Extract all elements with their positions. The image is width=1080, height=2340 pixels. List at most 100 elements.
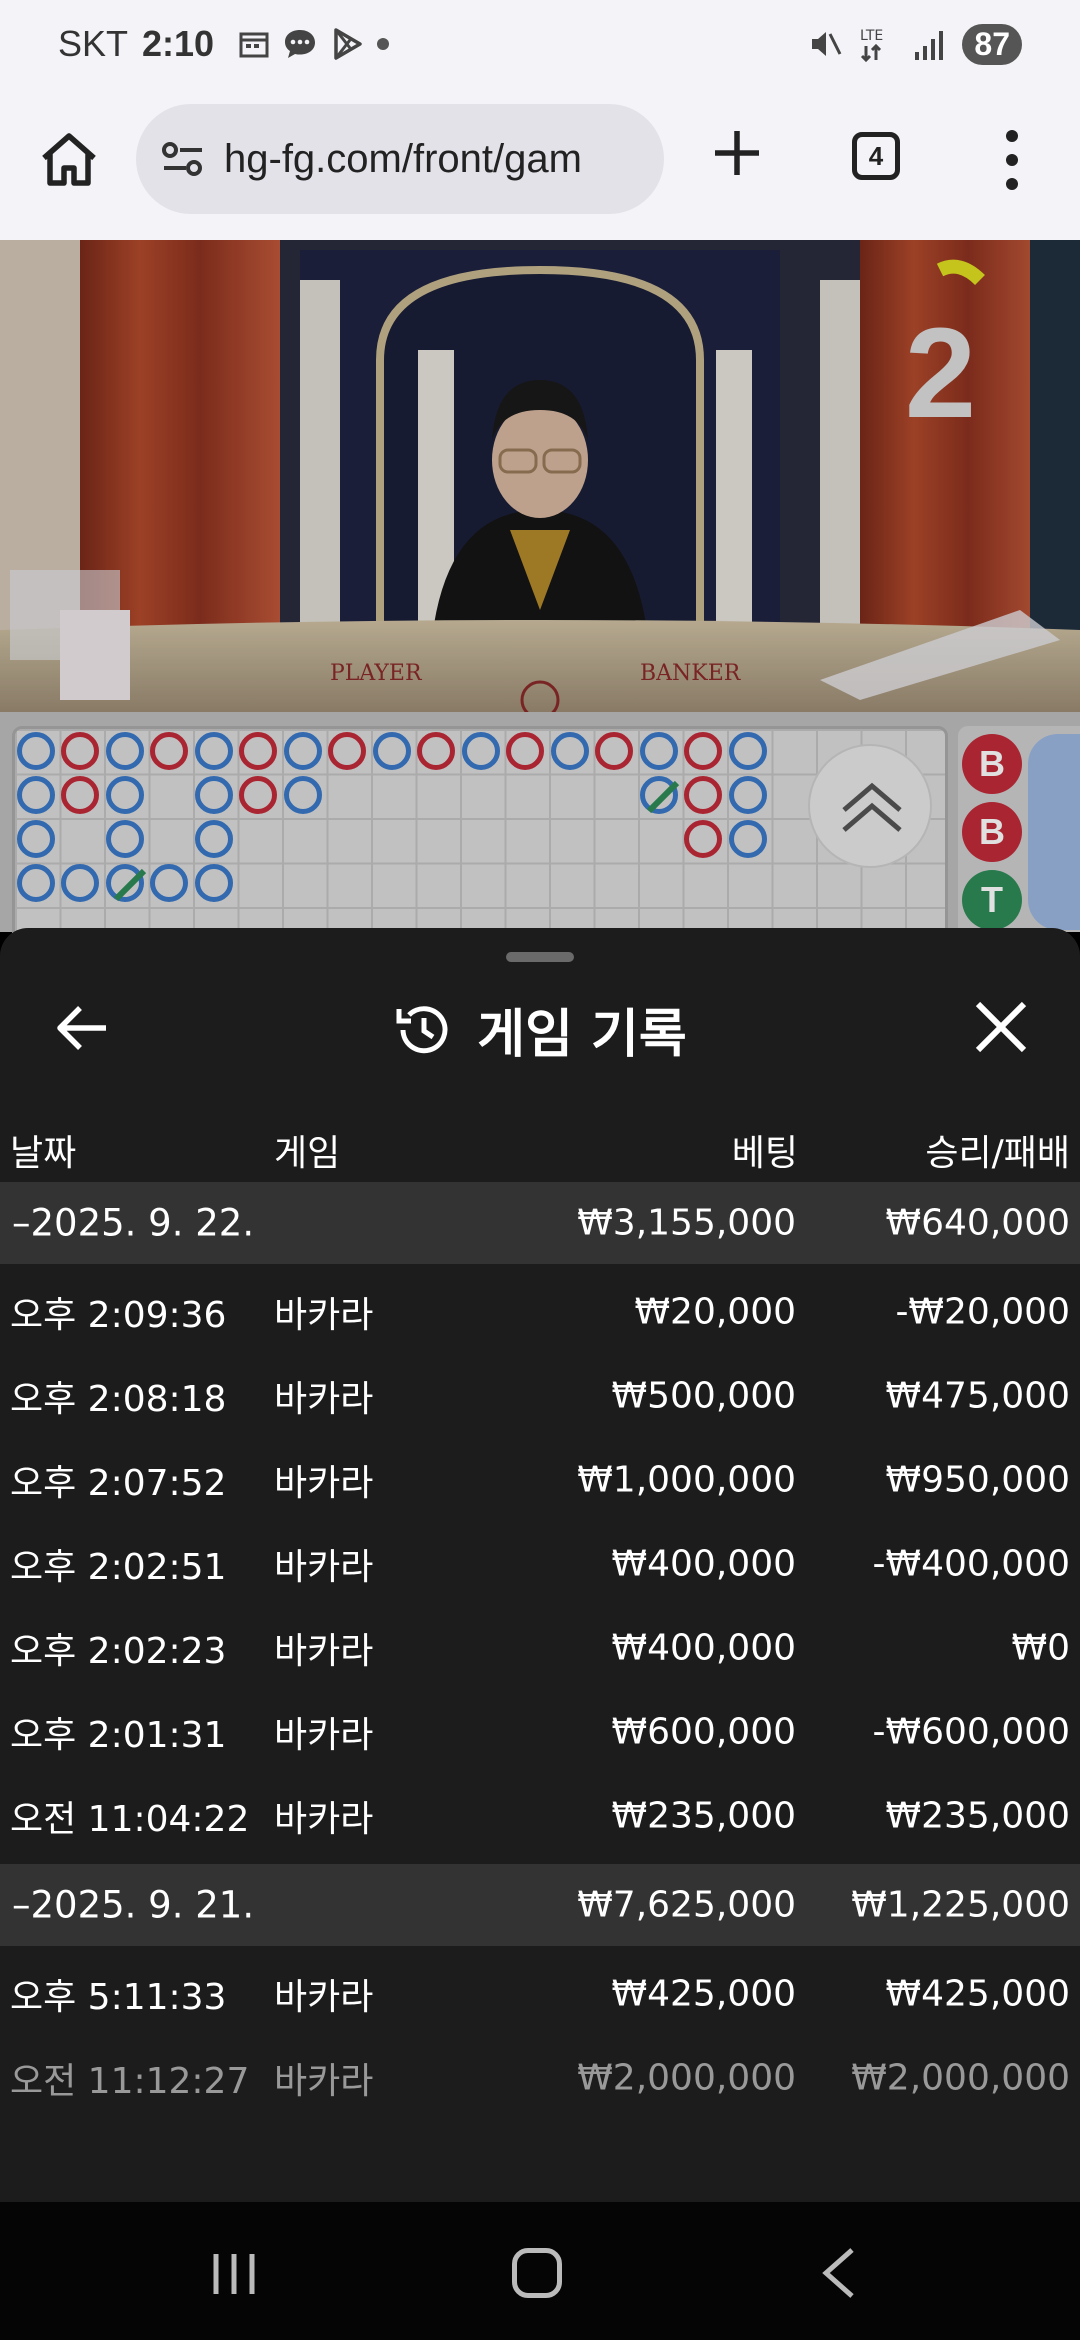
signal-bars-icon [915, 31, 944, 60]
bead-player [373, 732, 411, 770]
row-time: 오후 2:02:51 [10, 1547, 227, 1588]
banker-prediction-badge[interactable]: B [962, 734, 1022, 794]
history-table-header: 날짜 게임 베팅 승리/패배 [0, 1112, 1080, 1192]
tie-marker [113, 868, 147, 902]
bead-banker [684, 732, 722, 770]
bet-countdown: 2 [904, 302, 976, 445]
history-list: –2025. 9. 22. ₩3,155,000 ₩640,000 오후 2:0… [0, 1182, 1080, 2120]
status-bar: SKT 2:10 LTE 87 [0, 0, 1080, 88]
row-bet: ₩235,000 [611, 1795, 796, 1837]
history-row[interactable]: 오후 2:07:52 바카라 ₩1,000,000 ₩950,000 [0, 1438, 1080, 1522]
row-game: 바카라 [274, 1631, 374, 1672]
group-date: –2025. 9. 21. [12, 1883, 255, 1927]
bead-player [640, 732, 678, 770]
row-game: 바카라 [274, 1547, 374, 1588]
group-bet-total: ₩3,155,000 [577, 1202, 796, 1244]
row-game: 바카라 [274, 2061, 374, 2102]
column-header-game: 게임 [274, 1133, 341, 1174]
home-nav-button[interactable] [512, 2248, 562, 2298]
svg-text:LTE: LTE [860, 28, 883, 44]
history-row[interactable]: 오후 2:01:31 바카라 ₩600,000 -₩600,000 [0, 1690, 1080, 1774]
double-chevron-up-icon [842, 782, 902, 832]
tie-prediction-badge[interactable]: T [962, 870, 1022, 930]
bead-banker [506, 732, 544, 770]
history-row[interactable]: 오후 5:11:33 바카라 ₩425,000 ₩425,000 [0, 1952, 1080, 2036]
banker-prediction-badge[interactable]: B [962, 802, 1022, 862]
row-game: 바카라 [274, 1379, 374, 1420]
row-bet: ₩600,000 [611, 1711, 796, 1753]
site-settings-icon[interactable] [160, 139, 206, 179]
row-bet: ₩1,000,000 [577, 1459, 796, 1501]
bead-player [17, 732, 55, 770]
recents-button[interactable] [210, 2252, 258, 2296]
row-result: -₩400,000 [872, 1543, 1070, 1585]
history-row[interactable]: 오전 11:04:22 바카라 ₩235,000 ₩235,000 [0, 1774, 1080, 1858]
new-tab-button[interactable] [712, 128, 762, 178]
bead-player [462, 732, 500, 770]
bead-player [106, 776, 144, 814]
bead-banker [61, 732, 99, 770]
sheet-drag-handle[interactable] [506, 952, 574, 962]
browser-menu-button[interactable] [1000, 128, 1024, 192]
back-nav-button[interactable] [818, 2246, 858, 2300]
bead-banker [684, 776, 722, 814]
history-row[interactable]: 오후 2:02:23 바카라 ₩400,000 ₩0 [0, 1606, 1080, 1690]
browser-toolbar: hg-fg.com/front/gam 4 [0, 88, 1080, 240]
bead-player [106, 820, 144, 858]
expand-roadmap-button[interactable] [808, 744, 932, 868]
sheet-title: 게임 기록 [0, 992, 1080, 1067]
row-result: ₩425,000 [885, 1973, 1070, 2015]
bead-player [17, 820, 55, 858]
group-bet-total: ₩7,625,000 [577, 1884, 796, 1926]
row-result: ₩475,000 [885, 1375, 1070, 1417]
date-group-row[interactable]: –2025. 9. 21. ₩7,625,000 ₩1,225,000 [0, 1864, 1080, 1946]
bead-player [150, 864, 188, 902]
player-table-label: PLAYER [330, 661, 423, 686]
row-bet: ₩500,000 [611, 1375, 796, 1417]
history-row[interactable]: 오후 2:02:51 바카라 ₩400,000 -₩400,000 [0, 1522, 1080, 1606]
date-group-row[interactable]: –2025. 9. 22. ₩3,155,000 ₩640,000 [0, 1182, 1080, 1264]
group-result-total: ₩1,225,000 [851, 1884, 1070, 1926]
column-header-date: 날짜 [10, 1133, 77, 1174]
bead-player [729, 820, 767, 858]
tab-switcher-button[interactable]: 4 [852, 132, 900, 180]
row-result: ₩2,000,000 [851, 2057, 1070, 2099]
history-row[interactable]: 오후 2:09:36 바카라 ₩20,000 -₩20,000 [0, 1270, 1080, 1354]
game-history-sheet: 게임 기록 날짜 게임 베팅 승리/패배 –2025. 9. 22. ₩3,15… [0, 928, 1080, 2202]
bead-banker [417, 732, 455, 770]
row-bet: ₩400,000 [611, 1543, 796, 1585]
bead-player [17, 864, 55, 902]
row-time: 오전 11:04:22 [10, 1799, 250, 1840]
history-row[interactable]: 오전 11:12:27 바카라 ₩2,000,000 ₩2,000,000 [0, 2036, 1080, 2120]
bead-player [284, 776, 322, 814]
row-time: 오후 2:09:36 [10, 1295, 227, 1336]
sheet-title-text: 게임 기록 [477, 1005, 687, 1065]
close-icon[interactable] [972, 998, 1030, 1056]
more-notifications-dot-icon [377, 38, 390, 50]
row-result: ₩950,000 [885, 1459, 1070, 1501]
lte-signal-icon: LTE [860, 28, 884, 63]
banker-table-label: BANKER [640, 661, 742, 686]
row-bet: ₩2,000,000 [577, 2057, 796, 2099]
history-row[interactable]: 오후 2:08:18 바카라 ₩500,000 ₩475,000 [0, 1354, 1080, 1438]
bead-banker [328, 732, 366, 770]
column-header-result: 승리/패배 [925, 1133, 1070, 1174]
bead-player [106, 732, 144, 770]
system-navigation-bar [0, 2202, 1080, 2340]
row-game: 바카라 [274, 1715, 374, 1756]
bead-player [195, 776, 233, 814]
address-bar[interactable]: hg-fg.com/front/gam [136, 104, 664, 214]
tab-count-label: 4 [868, 140, 884, 171]
row-time: 오전 11:12:27 [10, 2061, 250, 2102]
calendar-icon [239, 32, 269, 58]
roadmap-area [0, 712, 1080, 946]
bead-player [195, 732, 233, 770]
bead-player [284, 732, 322, 770]
bead-player [195, 820, 233, 858]
bead-banker [239, 776, 277, 814]
bead-player [195, 864, 233, 902]
bead-player [729, 732, 767, 770]
group-date: –2025. 9. 22. [12, 1201, 255, 1245]
home-button[interactable] [38, 128, 100, 190]
row-time: 오후 2:07:52 [10, 1463, 227, 1504]
